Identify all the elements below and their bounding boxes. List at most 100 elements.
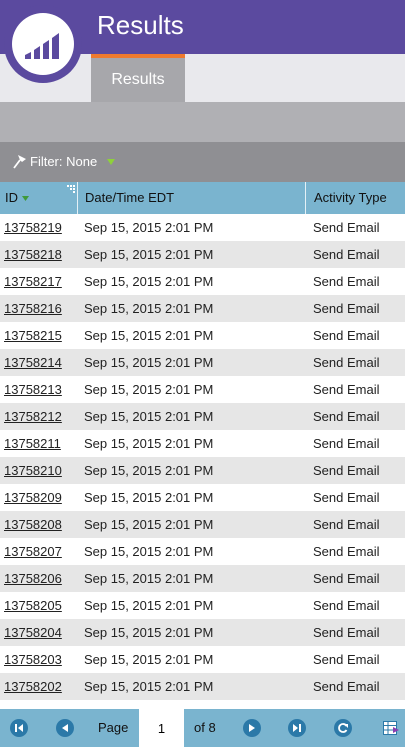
table-row[interactable]: 13758207 Sep 15, 2015 2:01 PM Send Email <box>0 538 405 565</box>
table-row[interactable]: 13758210 Sep 15, 2015 2:01 PM Send Email <box>0 457 405 484</box>
datetime-cell: Sep 15, 2015 2:01 PM <box>84 328 214 343</box>
last-page-icon[interactable] <box>288 719 306 737</box>
tab-results[interactable]: Results <box>91 54 185 102</box>
column-menu-icon[interactable] <box>67 185 75 193</box>
datetime-cell: Sep 15, 2015 2:01 PM <box>84 679 214 694</box>
activity-type-cell: Send Email <box>313 409 380 424</box>
table-row[interactable]: 13758203 Sep 15, 2015 2:01 PM Send Email <box>0 646 405 673</box>
refresh-icon[interactable] <box>334 719 352 737</box>
page-title: Results <box>97 10 184 40</box>
column-header-datetime[interactable]: Date/Time EDT <box>85 182 174 214</box>
table-row[interactable]: 13758211 Sep 15, 2015 2:01 PM Send Email <box>0 430 405 457</box>
activity-type-cell: Send Email <box>313 679 380 694</box>
first-page-icon[interactable] <box>10 719 28 737</box>
datetime-cell: Sep 15, 2015 2:01 PM <box>84 598 214 613</box>
activity-id-link[interactable]: 13758213 <box>4 376 62 403</box>
activity-type-cell: Send Email <box>313 571 380 586</box>
activity-id-link[interactable]: 13758209 <box>4 484 62 511</box>
activity-type-cell: Send Email <box>313 517 380 532</box>
export-grid-icon[interactable] <box>383 721 399 735</box>
page-count-label: of 8 <box>194 720 216 735</box>
activity-type-cell: Send Email <box>313 490 380 505</box>
activity-type-cell: Send Email <box>313 598 380 613</box>
activity-type-cell: Send Email <box>313 301 380 316</box>
activity-id-link[interactable]: 13758203 <box>4 646 62 673</box>
datetime-cell: Sep 15, 2015 2:01 PM <box>84 463 214 478</box>
table-row[interactable]: 13758206 Sep 15, 2015 2:01 PM Send Email <box>0 565 405 592</box>
activity-id-link[interactable]: 13758219 <box>4 214 62 241</box>
activity-type-cell: Send Email <box>313 220 380 235</box>
activity-id-link[interactable]: 13758218 <box>4 241 62 268</box>
datetime-cell: Sep 15, 2015 2:01 PM <box>84 355 214 370</box>
grid-header: ID Date/Time EDT Activity Type <box>0 182 405 214</box>
datetime-cell: Sep 15, 2015 2:01 PM <box>84 247 214 262</box>
activity-id-link[interactable]: 13758207 <box>4 538 62 565</box>
table-row[interactable]: 13758205 Sep 15, 2015 2:01 PM Send Email <box>0 592 405 619</box>
datetime-cell: Sep 15, 2015 2:01 PM <box>84 382 214 397</box>
datetime-cell: Sep 15, 2015 2:01 PM <box>84 490 214 505</box>
datetime-cell: Sep 15, 2015 2:01 PM <box>84 220 214 235</box>
table-row[interactable]: 13758202 Sep 15, 2015 2:01 PM Send Email <box>0 673 405 700</box>
page-number-input[interactable] <box>139 709 184 747</box>
column-header-activity-type[interactable]: Activity Type <box>314 182 387 214</box>
datetime-cell: Sep 15, 2015 2:01 PM <box>84 625 214 640</box>
datetime-cell: Sep 15, 2015 2:01 PM <box>84 436 214 451</box>
datetime-cell: Sep 15, 2015 2:01 PM <box>84 517 214 532</box>
datetime-cell: Sep 15, 2015 2:01 PM <box>84 652 214 667</box>
table-row[interactable]: 13758208 Sep 15, 2015 2:01 PM Send Email <box>0 511 405 538</box>
activity-type-cell: Send Email <box>313 355 380 370</box>
activity-id-link[interactable]: 13758212 <box>4 403 62 430</box>
activity-id-link[interactable]: 13758216 <box>4 295 62 322</box>
activity-type-cell: Send Email <box>313 463 380 478</box>
results-grid: 13758219 Sep 15, 2015 2:01 PM Send Email 13… <box>0 214 405 708</box>
table-row[interactable]: 13758204 Sep 15, 2015 2:01 PM Send Email <box>0 619 405 646</box>
activity-type-cell: Send Email <box>313 544 380 559</box>
table-row[interactable]: 13758215 Sep 15, 2015 2:01 PM Send Email <box>0 322 405 349</box>
table-row[interactable]: 13758217 Sep 15, 2015 2:01 PM Send Email <box>0 268 405 295</box>
filter-dropdown-icon[interactable] <box>107 158 115 166</box>
sort-desc-icon[interactable] <box>22 195 29 202</box>
pager: Page of 8 <box>0 709 405 747</box>
column-separator[interactable] <box>305 182 306 214</box>
filter-bar: Filter: None <box>0 142 405 182</box>
table-row[interactable]: 13758209 Sep 15, 2015 2:01 PM Send Email <box>0 484 405 511</box>
toolbar <box>0 102 405 142</box>
column-header-id[interactable]: ID <box>5 182 18 214</box>
activity-type-cell: Send Email <box>313 274 380 289</box>
activity-id-link[interactable]: 13758210 <box>4 457 62 484</box>
logo[interactable] <box>4 5 82 83</box>
datetime-cell: Sep 15, 2015 2:01 PM <box>84 544 214 559</box>
table-row[interactable]: 13758219 Sep 15, 2015 2:01 PM Send Email <box>0 214 405 241</box>
activity-type-cell: Send Email <box>313 382 380 397</box>
activity-id-link[interactable]: 13758211 <box>4 430 61 457</box>
activity-id-link[interactable]: 13758202 <box>4 673 62 700</box>
next-page-icon[interactable] <box>243 719 261 737</box>
table-row[interactable]: 13758218 Sep 15, 2015 2:01 PM Send Email <box>0 241 405 268</box>
datetime-cell: Sep 15, 2015 2:01 PM <box>84 301 214 316</box>
activity-id-link[interactable]: 13758206 <box>4 565 62 592</box>
activity-id-link[interactable]: 13758204 <box>4 619 62 646</box>
activity-id-link[interactable]: 13758215 <box>4 322 62 349</box>
column-separator[interactable] <box>77 182 78 214</box>
prev-page-icon[interactable] <box>56 719 74 737</box>
filter-label[interactable]: Filter: None <box>30 154 97 169</box>
table-row[interactable]: 13758214 Sep 15, 2015 2:01 PM Send Email <box>0 349 405 376</box>
activity-type-cell: Send Email <box>313 247 380 262</box>
table-row[interactable]: 13758213 Sep 15, 2015 2:01 PM Send Email <box>0 376 405 403</box>
table-row[interactable]: 13758216 Sep 15, 2015 2:01 PM Send Email <box>0 295 405 322</box>
page-label: Page <box>98 720 129 735</box>
filter-pin-icon[interactable] <box>12 154 28 170</box>
datetime-cell: Sep 15, 2015 2:01 PM <box>84 571 214 586</box>
activity-type-cell: Send Email <box>313 625 380 640</box>
activity-type-cell: Send Email <box>313 328 380 343</box>
activity-type-cell: Send Email <box>313 652 380 667</box>
activity-id-link[interactable]: 13758205 <box>4 592 62 619</box>
datetime-cell: Sep 15, 2015 2:01 PM <box>84 409 214 424</box>
activity-type-cell: Send Email <box>313 436 380 451</box>
activity-id-link[interactable]: 13758208 <box>4 511 62 538</box>
datetime-cell: Sep 15, 2015 2:01 PM <box>84 274 214 289</box>
marketo-bars-logo-icon <box>25 33 59 59</box>
activity-id-link[interactable]: 13758214 <box>4 349 62 376</box>
table-row[interactable]: 13758212 Sep 15, 2015 2:01 PM Send Email <box>0 403 405 430</box>
activity-id-link[interactable]: 13758217 <box>4 268 62 295</box>
